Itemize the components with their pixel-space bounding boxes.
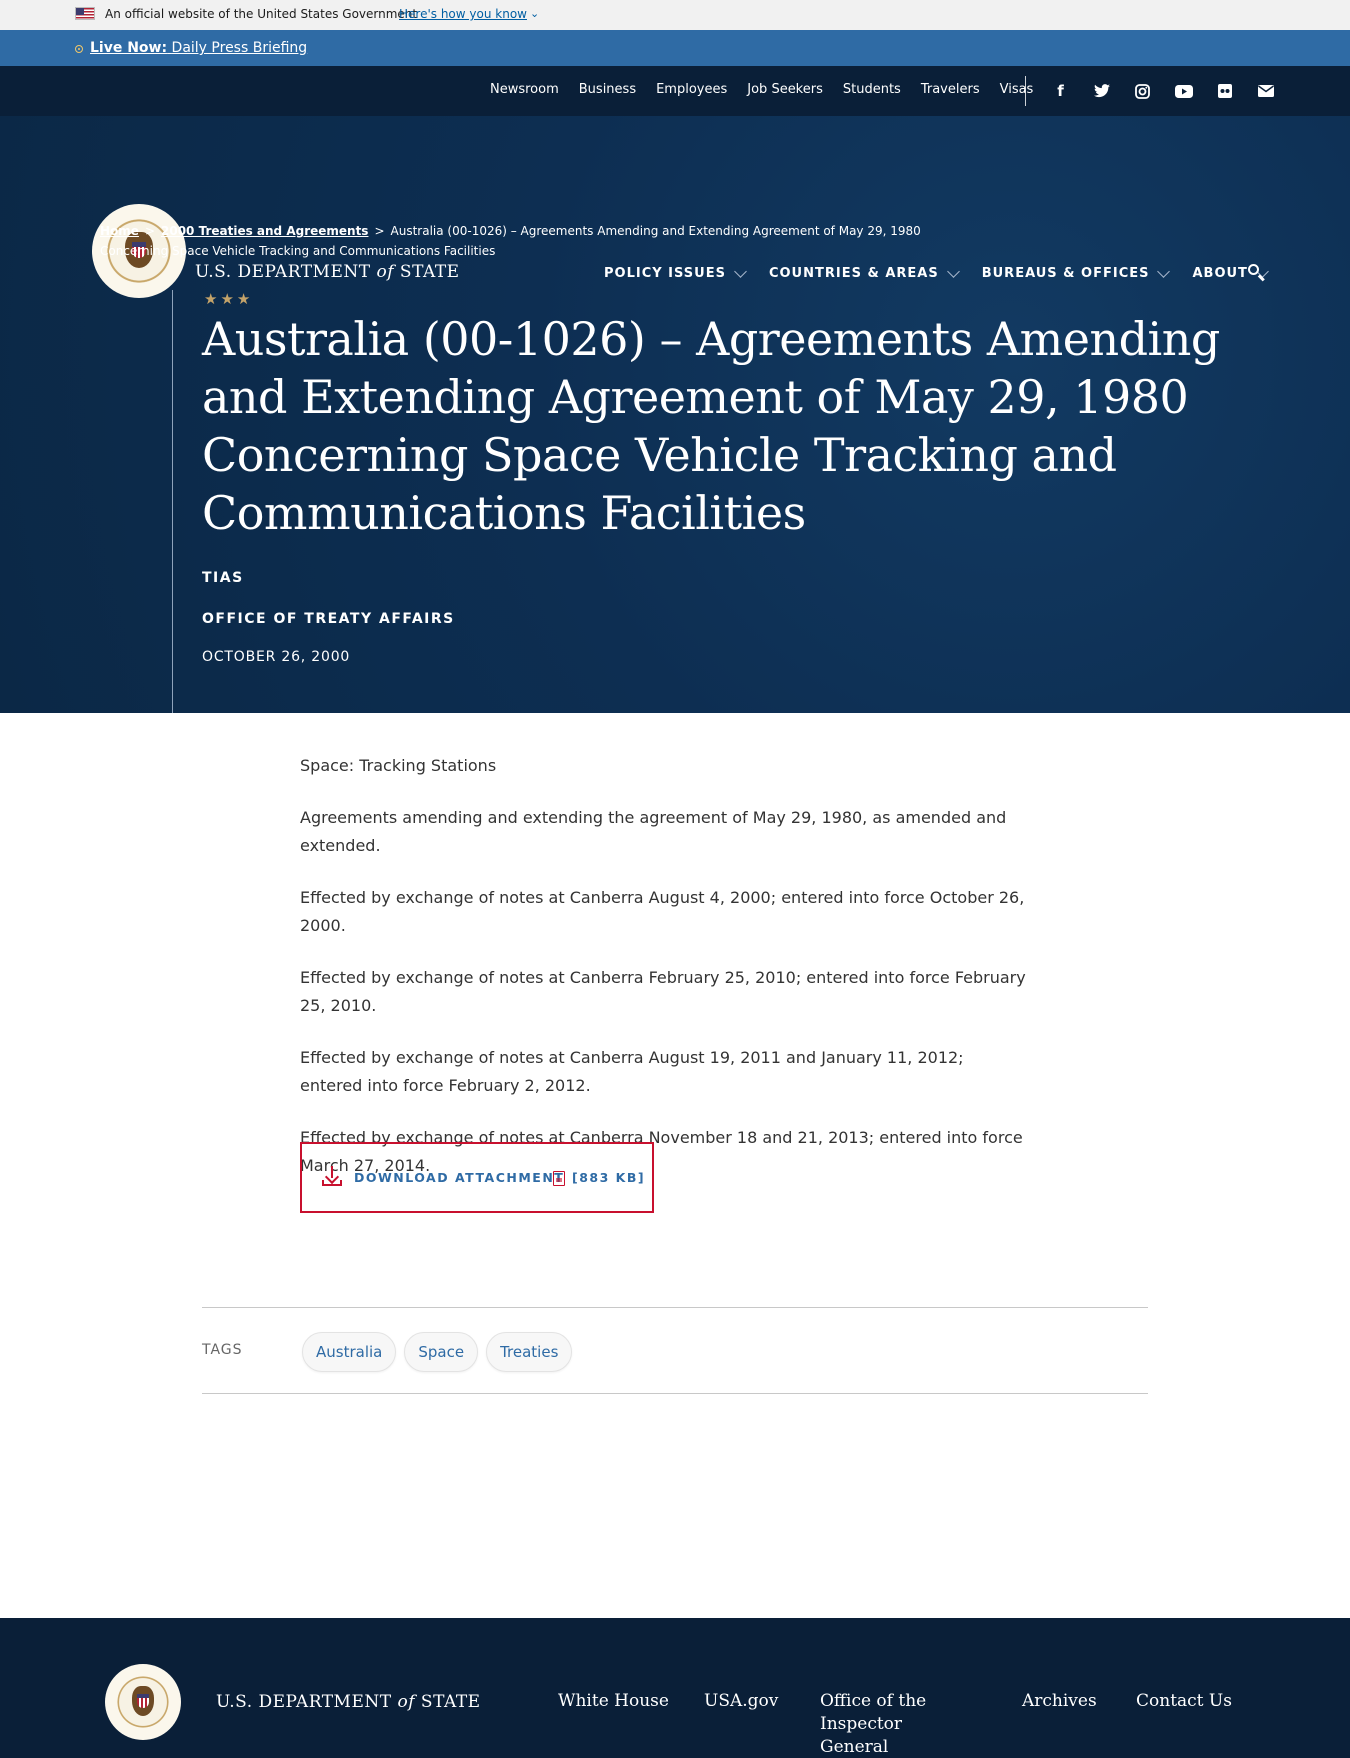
download-icon: [322, 1166, 342, 1186]
flickr-icon[interactable]: [1204, 80, 1245, 102]
stars-icon: ★★★: [204, 290, 254, 308]
live-now-bar: Live Now: Daily Press Briefing: [0, 30, 1350, 66]
util-link-travelers[interactable]: Travelers: [921, 82, 980, 97]
brand-pre: U.S. DEPARTMENT: [195, 262, 377, 282]
tags-divider-top: [202, 1307, 1148, 1308]
brand-post: STATE: [394, 262, 460, 282]
tags-divider-bottom: [202, 1393, 1148, 1394]
tag-treaties[interactable]: Treaties: [486, 1332, 573, 1372]
footer-seal-logo[interactable]: [105, 1664, 181, 1740]
youtube-icon[interactable]: [1163, 80, 1204, 102]
breadcrumb: Home >2000 Treaties and Agreements > Austra…: [100, 221, 940, 261]
nav-label: BUREAUS & OFFICES: [981, 266, 1150, 281]
main-nav: POLICY ISSUES COUNTRIES & AREAS BUREAUS …: [604, 264, 1291, 281]
footer-brand-wordmark[interactable]: U.S. DEPARTMENT of STATE: [216, 1692, 481, 1712]
hero-divider: [172, 290, 173, 713]
article-office: OFFICE OF TREATY AFFAIRS: [202, 611, 455, 627]
nav-label: ABOUT: [1192, 266, 1248, 281]
gov-banner: An official website of the United States…: [0, 0, 1350, 30]
footer-link-white-house[interactable]: White House: [558, 1690, 669, 1713]
footer-link-inspector-general[interactable]: Office of the Inspector General: [820, 1690, 970, 1758]
util-link-visas[interactable]: Visas: [1000, 82, 1034, 97]
article-paragraph: Space: Tracking Stations: [300, 756, 497, 775]
footer-link-usa-gov[interactable]: USA.gov: [704, 1690, 778, 1713]
social-links: f: [1040, 80, 1286, 102]
facebook-icon[interactable]: f: [1040, 80, 1081, 102]
nav-label: POLICY ISSUES: [604, 266, 726, 281]
download-label: DOWNLOAD ATTACHMENT: [354, 1170, 565, 1185]
download-size: [883 KB]: [572, 1170, 646, 1185]
article-paragraph: Effected by exchange of notes at Canberr…: [300, 888, 1025, 935]
util-link-students[interactable]: Students: [843, 82, 901, 97]
brand-post: STATE: [415, 1692, 481, 1712]
chevron-down-icon[interactable]: ⌄: [530, 7, 539, 20]
twitter-icon[interactable]: [1081, 80, 1122, 102]
tag-australia[interactable]: Australia: [302, 1332, 397, 1372]
brand-wordmark[interactable]: U.S. DEPARTMENT of STATE: [195, 262, 460, 282]
live-text: Daily Press Briefing: [171, 40, 308, 56]
gov-banner-text: An official website of the United States…: [105, 7, 418, 21]
page-title: Australia (00-1026) – Agreements Amendin…: [202, 312, 1220, 540]
live-label: Live Now:: [90, 40, 168, 56]
us-flag-icon: [75, 7, 95, 20]
nav-policy-issues[interactable]: POLICY ISSUES: [604, 264, 747, 281]
chevron-down-icon: [1157, 264, 1171, 278]
article-paragraph: Agreements amending and extending the ag…: [300, 808, 1007, 855]
breadcrumb-section[interactable]: 2000 Treaties and Agreements: [161, 224, 368, 238]
article-paragraph: Effected by exchange of notes at Canberr…: [300, 1048, 964, 1095]
footer: U.S. DEPARTMENT of STATE White House USA…: [0, 1618, 1350, 1758]
live-briefing-link[interactable]: Live Now: Daily Press Briefing: [90, 40, 307, 56]
email-icon[interactable]: [1245, 80, 1286, 102]
pdf-icon: [553, 1171, 565, 1186]
breadcrumb-separator: >: [374, 224, 385, 238]
tag-space[interactable]: Space: [404, 1332, 479, 1372]
footer-link-archives[interactable]: Archives: [1022, 1690, 1097, 1713]
utility-bar: Newsroom Business Employees Job Seekers …: [0, 66, 1350, 116]
brand-pre: U.S. DEPARTMENT: [216, 1692, 398, 1712]
brand-of: of: [397, 1692, 416, 1712]
article-body: Space: Tracking Stations Agreements amen…: [300, 752, 1030, 1204]
breadcrumb-home[interactable]: Home: [100, 224, 139, 238]
util-link-newsroom[interactable]: Newsroom: [490, 82, 559, 97]
footer-link-contact-us[interactable]: Contact Us: [1136, 1690, 1232, 1713]
article-category: TIAS: [202, 570, 244, 586]
article-date: OCTOBER 26, 2000: [202, 649, 351, 665]
utility-divider: [1025, 76, 1026, 106]
nav-bureaus-offices[interactable]: BUREAUS & OFFICES: [981, 264, 1171, 281]
live-indicator-icon: [75, 45, 83, 53]
brand-of: of: [376, 262, 395, 282]
chevron-down-icon: [734, 264, 747, 278]
how-you-know-link[interactable]: Here's how you know: [399, 7, 527, 21]
nav-label: COUNTRIES & AREAS: [768, 266, 939, 281]
article-paragraph: Effected by exchange of notes at Canberr…: [300, 968, 1026, 1015]
search-icon[interactable]: [1246, 262, 1268, 284]
utility-nav: Newsroom Business Employees Job Seekers …: [490, 82, 1053, 97]
util-link-employees[interactable]: Employees: [656, 82, 727, 97]
instagram-icon[interactable]: [1122, 80, 1163, 102]
breadcrumb-separator: >: [144, 224, 155, 238]
nav-countries-areas[interactable]: COUNTRIES & AREAS: [768, 264, 960, 281]
tags-label: TAGS: [202, 1342, 243, 1358]
tag-list: Australia Space Treaties: [302, 1332, 580, 1372]
seal-shield: [137, 1694, 149, 1708]
chevron-down-icon: [946, 264, 960, 278]
util-link-job-seekers[interactable]: Job Seekers: [747, 82, 823, 97]
util-link-business[interactable]: Business: [579, 82, 636, 97]
download-attachment-button[interactable]: DOWNLOAD ATTACHMENT [883 KB]: [300, 1142, 654, 1213]
